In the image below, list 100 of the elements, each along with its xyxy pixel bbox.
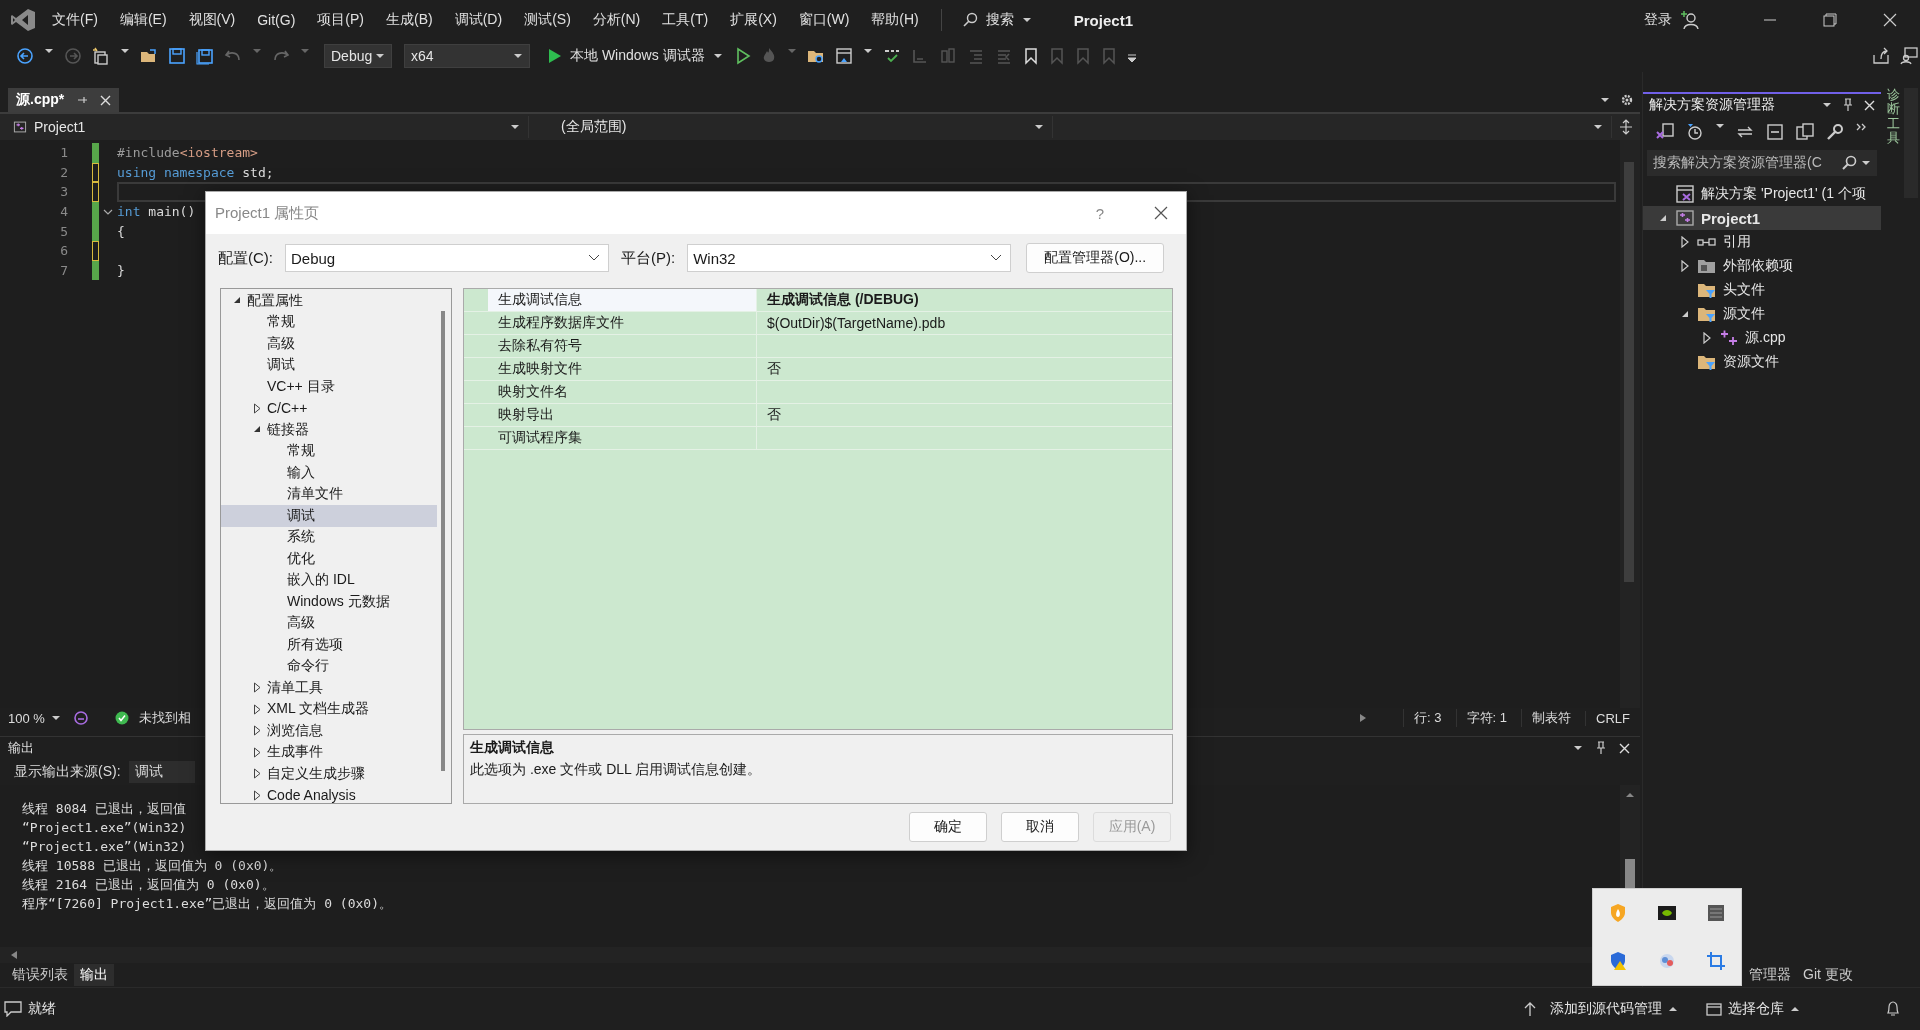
tree-item[interactable]: 清单文件 (221, 483, 437, 505)
save-all-icon[interactable] (196, 47, 214, 65)
dialog-button[interactable]: 确定 (909, 812, 987, 842)
device-icon[interactable] (1706, 903, 1727, 923)
menu-item[interactable]: 项目(P) (317, 11, 364, 29)
tree-item[interactable]: 系统 (221, 526, 437, 548)
tree-item[interactable]: 输入 (221, 462, 437, 484)
scroll-right-icon[interactable] (1359, 713, 1368, 723)
menu-item[interactable]: 测试(S) (524, 11, 571, 29)
source-control-button[interactable]: 添加到源代码管理 (1550, 1000, 1662, 1018)
menu-item[interactable]: 生成(B) (386, 11, 433, 29)
spellcheck-icon[interactable] (882, 47, 901, 65)
menu-item[interactable]: 调试(D) (454, 11, 503, 29)
indent-indicator[interactable]: 制表符 (1521, 709, 1582, 727)
platform-dropdown[interactable]: x64 (404, 44, 530, 68)
tree-item[interactable]: 链接器 (221, 419, 437, 441)
panel-tab[interactable]: 管理器 (1743, 964, 1797, 986)
tree-item[interactable]: 优化 (221, 548, 437, 570)
menu-item[interactable]: 分析(N) (592, 11, 641, 29)
feedback-icon[interactable] (1900, 47, 1918, 65)
menu-item[interactable]: 视图(V) (188, 11, 236, 29)
tree-item[interactable]: XML 文档生成器 (221, 698, 437, 720)
new-project-icon[interactable] (92, 47, 110, 65)
tree-item[interactable]: 高级 (221, 333, 437, 355)
expand-arrow-icon[interactable] (252, 768, 262, 780)
menu-item[interactable]: 帮助(H) (871, 11, 919, 29)
open-folder-icon[interactable] (140, 47, 158, 65)
property-name[interactable]: 映射导出 (488, 404, 757, 426)
column-indicator[interactable]: 字符: 1 (1455, 709, 1518, 727)
expand-arrow-icon[interactable] (252, 725, 262, 737)
bookmark-icon[interactable] (1022, 47, 1039, 65)
start-debugging-button[interactable]: 本地 Windows 调试器 (544, 47, 727, 65)
expand-arrow-icon[interactable] (252, 402, 262, 414)
tree-item[interactable]: 嵌入的 IDL (221, 569, 437, 591)
configuration-dropdown[interactable]: Debug (324, 44, 392, 68)
issues-status[interactable]: 未找到相 (138, 709, 191, 727)
close-icon[interactable] (1154, 206, 1168, 220)
tree-item[interactable]: Code Analysis (221, 784, 437, 806)
tree-item[interactable]: 引用 (1643, 230, 1881, 254)
expand-arrow-icon[interactable] (1680, 236, 1690, 248)
tree-item[interactable]: Project1 (1643, 206, 1881, 230)
tree-item[interactable]: 命令行 (221, 655, 437, 677)
property-name[interactable]: 映射文件名 (488, 381, 757, 403)
tree-item[interactable]: 资源文件 (1643, 350, 1881, 374)
tree-item[interactable]: 调试 (221, 354, 437, 376)
side-tab[interactable]: 诊断工具 (1887, 88, 1900, 146)
tree-item[interactable]: 常规 (221, 311, 437, 333)
tree-item[interactable]: 源文件 (1643, 302, 1881, 326)
expand-arrow-icon[interactable] (1702, 332, 1712, 344)
menu-item[interactable]: 工具(T) (662, 11, 709, 29)
wrench-icon[interactable] (1825, 122, 1845, 142)
crop-icon[interactable] (1706, 951, 1727, 971)
expand-arrow-icon[interactable] (252, 789, 262, 801)
property-value[interactable]: 生成调试信息 (/DEBUG) (757, 289, 1172, 311)
platform-dropdown[interactable]: Win32 (687, 244, 1012, 272)
bell-icon[interactable] (1886, 1001, 1900, 1017)
window-layout-icon[interactable] (834, 47, 853, 65)
panel-tab[interactable]: Git 更改 (1797, 964, 1859, 986)
sign-in-link[interactable]: 登录 (1644, 11, 1672, 29)
panel-tab[interactable]: 错误列表 (6, 964, 74, 986)
caret-icon[interactable] (1573, 744, 1583, 752)
dialog-button[interactable]: 取消 (1001, 812, 1079, 842)
start-without-debugging-icon[interactable] (734, 47, 751, 65)
property-value[interactable]: $(OutDir)$(TargetName).pdb (757, 312, 1172, 334)
check-icon[interactable] (114, 711, 129, 725)
tree-item[interactable]: 高级 (221, 612, 437, 634)
document-tab[interactable]: 源.cpp* (8, 88, 120, 112)
tree-item[interactable]: 解决方案 'Project1' (1 个项 (1643, 182, 1881, 206)
share-icon[interactable] (1872, 47, 1890, 65)
caret-icon[interactable] (1822, 101, 1832, 109)
pin-icon[interactable] (1842, 98, 1854, 112)
tree-item[interactable]: 浏览信息 (221, 720, 437, 742)
line-indicator[interactable]: 行: 3 (1403, 709, 1452, 727)
settings-icon[interactable] (1620, 93, 1634, 107)
property-name[interactable]: 生成调试信息 (488, 289, 757, 311)
tree-item[interactable]: 配置属性 (221, 290, 437, 312)
panel-tab[interactable]: 输出 (74, 964, 114, 986)
pin-icon[interactable] (76, 94, 89, 106)
tree-item[interactable]: 常规 (221, 440, 437, 462)
caret-icon[interactable] (1600, 96, 1610, 104)
zoom-dropdown[interactable]: 100 % (8, 710, 61, 726)
tree-item[interactable]: 自定义生成步骤 (221, 763, 437, 785)
tree-item[interactable]: 调试 (221, 505, 437, 527)
caret-icon[interactable] (1668, 1005, 1678, 1013)
line-ending-indicator[interactable]: CRLF (1585, 710, 1640, 726)
source-dropdown[interactable]: 调试 (128, 761, 195, 783)
scrollbar[interactable] (1620, 140, 1640, 708)
back-icon[interactable] (16, 47, 34, 65)
restore-icon[interactable] (1823, 13, 1837, 27)
property-name[interactable]: 可调试程序集 (488, 427, 757, 449)
configuration-manager-button[interactable]: 配置管理器(O)... (1026, 243, 1165, 273)
scroll-thumb[interactable] (1624, 162, 1634, 582)
menu-item[interactable]: 窗口(W) (798, 11, 850, 29)
menu-item[interactable]: 扩展(X) (730, 11, 777, 29)
property-value[interactable]: 否 (757, 404, 1172, 426)
configuration-dropdown[interactable]: Debug (285, 244, 609, 272)
save-icon[interactable] (168, 47, 186, 65)
split-icon[interactable] (1618, 119, 1634, 135)
scroll-left-icon[interactable] (10, 950, 18, 960)
scroll-up-icon[interactable] (1625, 791, 1635, 799)
